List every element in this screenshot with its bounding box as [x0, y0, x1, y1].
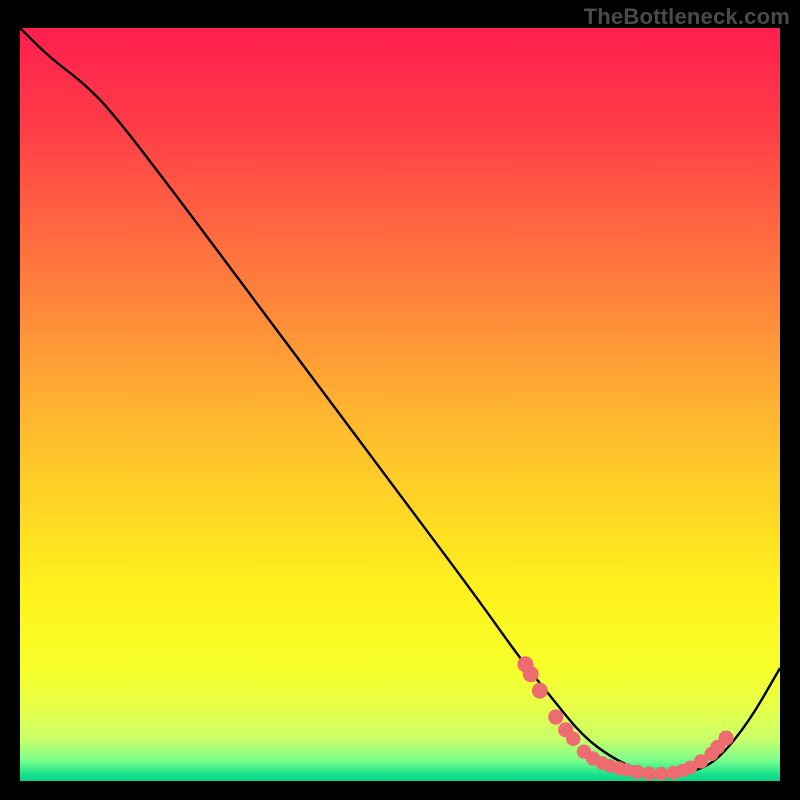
- dot: [566, 732, 580, 746]
- watermark-label: TheBottleneck.com: [584, 4, 790, 30]
- dot: [630, 765, 644, 779]
- plot-svg: [20, 28, 780, 781]
- dot: [655, 767, 669, 781]
- dot: [718, 730, 733, 745]
- dot: [532, 683, 548, 699]
- dot: [642, 767, 656, 781]
- chart-stage: TheBottleneck.com: [0, 0, 800, 800]
- dot: [523, 666, 539, 682]
- plot-area: [20, 28, 780, 781]
- dot: [548, 709, 563, 724]
